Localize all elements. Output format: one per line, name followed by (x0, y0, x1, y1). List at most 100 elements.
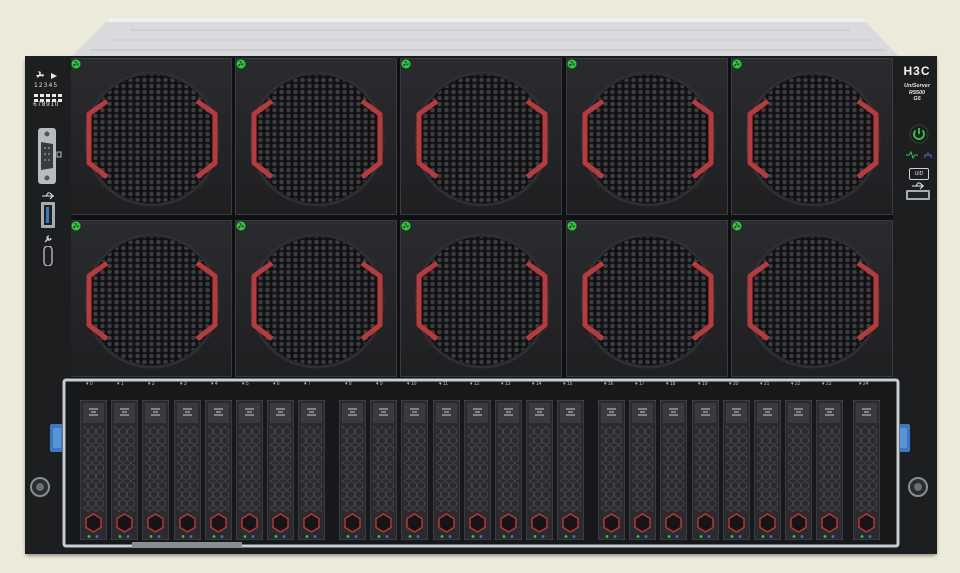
drive-slot-label: ▾ 9 (376, 381, 383, 387)
fan-grille (414, 71, 550, 207)
chassis-top-lid (70, 18, 900, 58)
drive-carrier (141, 399, 170, 541)
drive-slot-label: ▾ 10 (407, 381, 417, 387)
drive-slot-label: ▾ 7 (304, 381, 311, 387)
drive-bay[interactable] (691, 399, 720, 541)
fan-module[interactable] (70, 220, 232, 377)
usb-c-port[interactable] (43, 246, 53, 266)
fan-grille (580, 71, 716, 207)
fan-module[interactable] (400, 58, 562, 215)
drive-carrier (494, 399, 523, 541)
drive-bay[interactable] (753, 399, 782, 541)
drive-slot-label: ▾ 18 (666, 381, 676, 387)
power-icon[interactable] (909, 124, 929, 144)
fan-module[interactable] (731, 220, 893, 377)
fan-grille (84, 71, 220, 207)
fan-grille (249, 71, 385, 207)
drive-slot-label: ▾ 23 (822, 381, 832, 387)
drive-slot-label: ▾ 12 (470, 381, 480, 387)
fan-grille (249, 233, 385, 369)
fan-grille (414, 233, 550, 369)
drive-carrier (556, 399, 585, 541)
left-thumbscrew[interactable] (29, 476, 51, 498)
drive-bay[interactable] (369, 399, 398, 541)
network-icon (924, 152, 932, 158)
drive-bay[interactable] (297, 399, 326, 541)
drive-slot-label: ▾ 6 (273, 381, 280, 387)
fan-module[interactable] (235, 58, 397, 215)
drive-carrier (338, 399, 367, 541)
drive-carrier (432, 399, 461, 541)
fan-module[interactable] (235, 220, 397, 377)
drive-slot-label: ▾ 4 (211, 381, 218, 387)
drive-carrier (463, 399, 492, 541)
drive-carrier (204, 399, 233, 541)
drive-bay[interactable] (852, 399, 881, 541)
drive-slot-label: ▾ 17 (635, 381, 645, 387)
drive-slot-label: ▾ 14 (532, 381, 542, 387)
drive-slot-label: ▾ 11 (439, 381, 449, 387)
drive-carrier (628, 399, 657, 541)
drive-carrier (753, 399, 782, 541)
usb-icon (42, 192, 54, 200)
drive-bay[interactable] (235, 399, 264, 541)
drive-bay[interactable] (141, 399, 170, 541)
drive-carrier (784, 399, 813, 541)
right-thumbscrew[interactable] (907, 476, 929, 498)
drive-bay[interactable] (628, 399, 657, 541)
fan-grille (745, 71, 881, 207)
fan-module[interactable] (400, 220, 562, 377)
drive-slot-label: ▾ 24 (859, 381, 869, 387)
drive-bay[interactable] (494, 399, 523, 541)
drive-carrier (79, 399, 108, 541)
usb-port[interactable] (41, 202, 55, 228)
play-icon (51, 73, 57, 79)
fan-status-led (567, 59, 577, 69)
fan-module[interactable] (566, 58, 728, 215)
drive-carrier (173, 399, 202, 541)
drive-bay[interactable] (266, 399, 295, 541)
fan-icon (36, 71, 44, 78)
drive-bay[interactable] (173, 399, 202, 541)
drive-carrier (659, 399, 688, 541)
fan-grille (84, 233, 220, 369)
drive-bay[interactable] (204, 399, 233, 541)
drive-slot-label: ▾ 21 (760, 381, 770, 387)
drive-bay[interactable] (110, 399, 139, 541)
usb-port-right[interactable] (906, 190, 930, 200)
drive-bay[interactable] (463, 399, 492, 541)
drive-bay[interactable] (597, 399, 626, 541)
drive-carrier (266, 399, 295, 541)
fan-grille (580, 233, 716, 369)
drive-bay[interactable] (556, 399, 585, 541)
drive-slot-label: ▾ 8 (345, 381, 352, 387)
fan-status-led (71, 59, 81, 69)
drive-bay[interactable] (79, 399, 108, 541)
fan-module[interactable] (70, 58, 232, 215)
drive-bay[interactable] (784, 399, 813, 541)
fan-module[interactable] (566, 220, 728, 377)
fan-status-led (401, 59, 411, 69)
diag-digits-row2: 678910 (33, 101, 59, 108)
drive-bay[interactable] (815, 399, 844, 541)
drive-bay[interactable] (722, 399, 751, 541)
fan-status-led (732, 221, 742, 231)
drive-slot-label: ▾ 22 (791, 381, 801, 387)
drive-carrier (722, 399, 751, 541)
drive-bay[interactable] (338, 399, 367, 541)
fan-module[interactable] (731, 58, 893, 215)
drive-carrier (525, 399, 554, 541)
fan-status-led (567, 221, 577, 231)
brand-logo: H3C (903, 64, 931, 78)
vga-port[interactable] (36, 128, 62, 184)
fan-status-led (236, 59, 246, 69)
drive-bay[interactable] (525, 399, 554, 541)
model-label: UniServer R5500 G5 (904, 83, 930, 102)
drive-bay[interactable] (400, 399, 429, 541)
drive-slot-label: ▾ 2 (148, 381, 155, 387)
uid-button[interactable]: UID (909, 168, 929, 180)
drive-bay[interactable] (432, 399, 461, 541)
fan-status-led (401, 221, 411, 231)
drive-bay[interactable] (659, 399, 688, 541)
diag-digits-row1: 12345 (34, 82, 59, 89)
